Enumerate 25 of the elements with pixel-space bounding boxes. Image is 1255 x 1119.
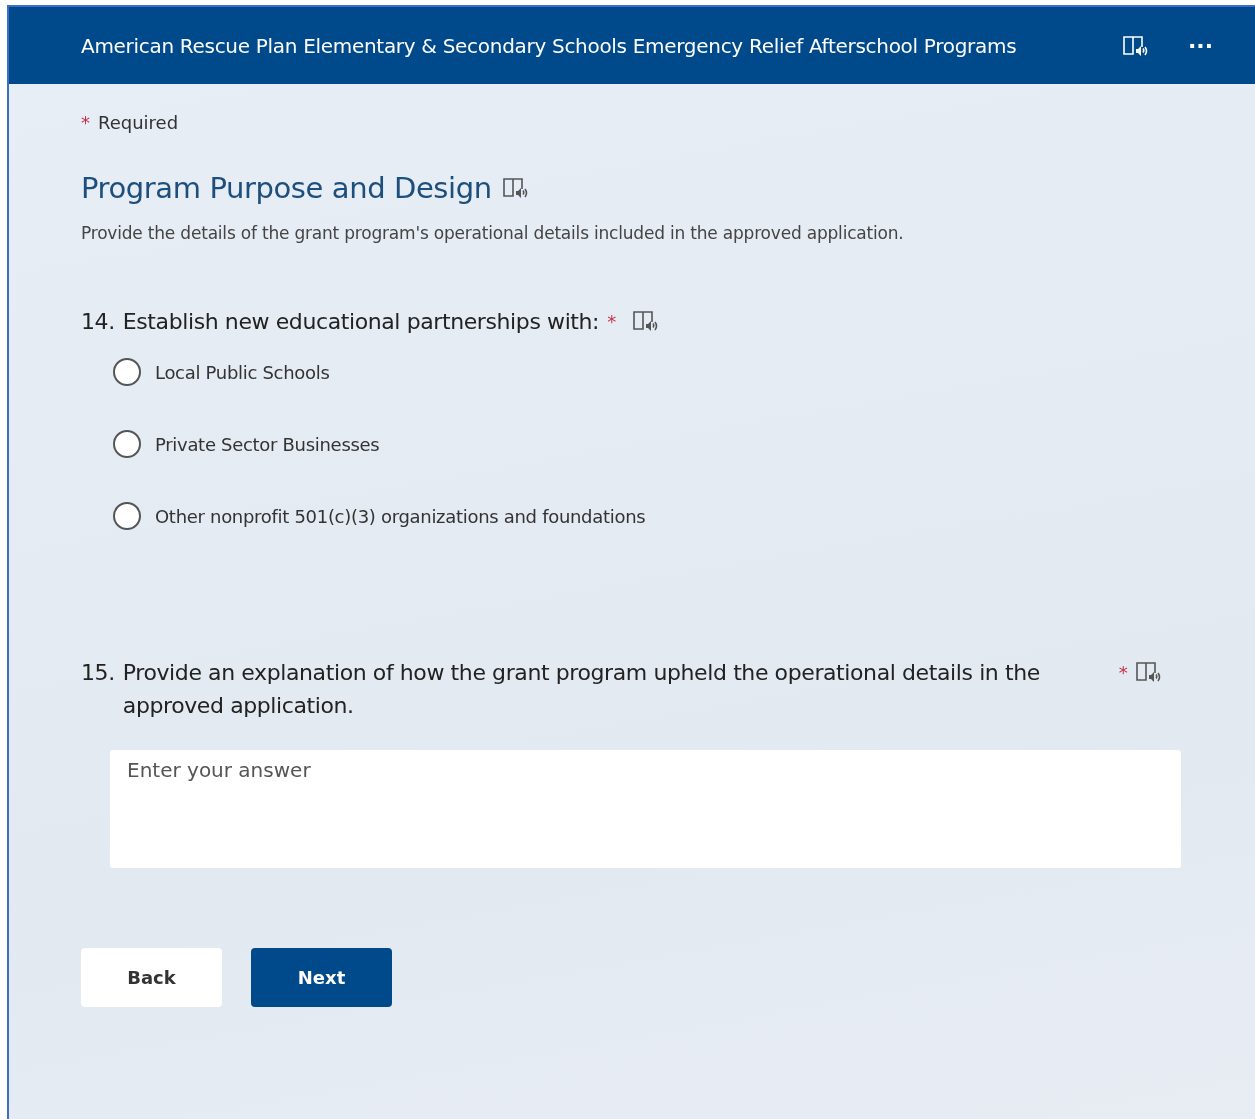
immersive-reader-icon[interactable]	[1135, 660, 1162, 684]
radio-button[interactable]	[113, 502, 141, 530]
required-mark: *	[1118, 661, 1128, 685]
question-number: 15.	[81, 659, 115, 687]
required-mark: *	[81, 112, 90, 133]
question-text: Establish new educational partnerships with:	[122, 308, 600, 336]
radio-button[interactable]	[113, 358, 141, 386]
required-note: Required	[98, 112, 179, 133]
immersive-reader-icon[interactable]	[631, 309, 658, 333]
question-text: Provide an explanation of how the grant program upheld the operational details in the approved application.	[122, 659, 1041, 720]
section-description: Provide the details of the grant program's operational details included in the approved application.	[81, 223, 905, 243]
section-title: Program Purpose and Design	[81, 171, 492, 205]
required-mark: *	[607, 310, 616, 334]
next-button[interactable]: Next	[251, 948, 392, 1007]
back-button[interactable]: Back	[81, 948, 222, 1007]
question-number: 14.	[81, 308, 115, 336]
answer-field[interactable]: Enter your answer	[110, 750, 1181, 868]
immersive-reader-icon[interactable]	[1121, 33, 1148, 58]
form-title: American Rescue Plan Elementary & Secondary Schools Emergency Relief Afterschool Programs	[81, 33, 1018, 58]
radio-option[interactable]: Other nonprofit 501(c)(3) organizations and foundations	[113, 502, 1255, 530]
radio-button[interactable]	[113, 430, 141, 458]
more-options-button[interactable]: ···	[1183, 33, 1217, 58]
radio-option[interactable]: Local Public Schools	[113, 358, 1255, 386]
radio-option[interactable]: Private Sector Businesses	[113, 430, 1255, 458]
immersive-reader-icon[interactable]	[501, 176, 528, 200]
